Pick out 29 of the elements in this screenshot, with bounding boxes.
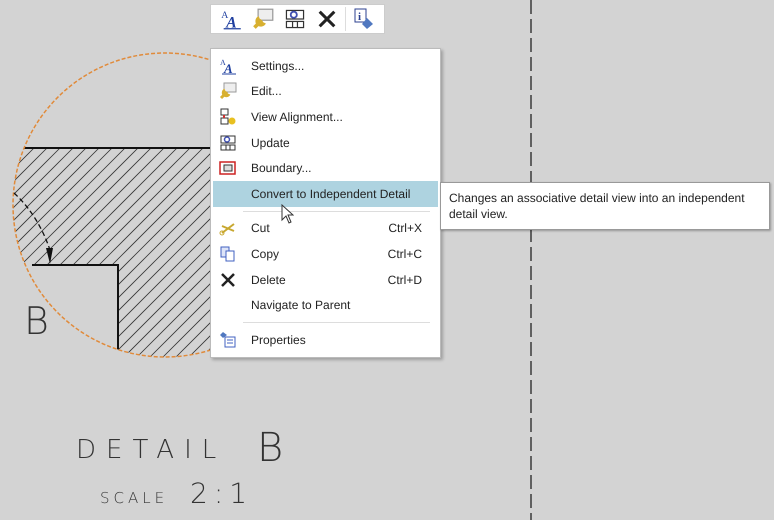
menu-item[interactable]: Cut Ctrl+X: [213, 216, 438, 242]
shortcut-label: Ctrl+C: [388, 246, 422, 261]
scale-value: 2:1: [190, 480, 254, 508]
menu-item[interactable]: Copy Ctrl+C: [213, 241, 438, 267]
menu-item[interactable]: Update: [213, 130, 438, 156]
shortcut-label: Ctrl+X: [388, 221, 422, 236]
menu-item[interactable]: Delete Ctrl+D: [213, 266, 438, 292]
wrench-icon: [219, 82, 237, 100]
info-button[interactable]: i: [350, 6, 378, 32]
mouse-pointer-icon: [281, 204, 294, 224]
alignment-icon: [219, 108, 237, 126]
shortcut-label: Ctrl+D: [388, 272, 422, 287]
menu-item[interactable]: View Alignment...: [213, 104, 438, 130]
menu-item[interactable]: Navigate to Parent: [213, 292, 438, 318]
view-label: B: [24, 302, 49, 340]
update-icon: [219, 134, 237, 152]
delete-icon: [219, 270, 237, 289]
menu-item[interactable]: Properties: [213, 326, 438, 353]
boundary-icon: [219, 159, 237, 178]
menu-item[interactable]: Convert to Independent Detail: [213, 180, 438, 207]
menu-item[interactable]: Boundary...: [213, 155, 438, 181]
properties-icon: [219, 330, 237, 349]
dimension-arrow: [14, 192, 53, 264]
scale-label: SCALE: [100, 491, 168, 506]
menu-item[interactable]: Edit...: [213, 78, 438, 104]
detail-title: DETAIL: [76, 437, 226, 463]
detail-letter: B: [257, 428, 284, 468]
tooltip: Changes an associative detail view into an independent detail view.: [440, 182, 770, 230]
copy-icon: [219, 244, 237, 263]
